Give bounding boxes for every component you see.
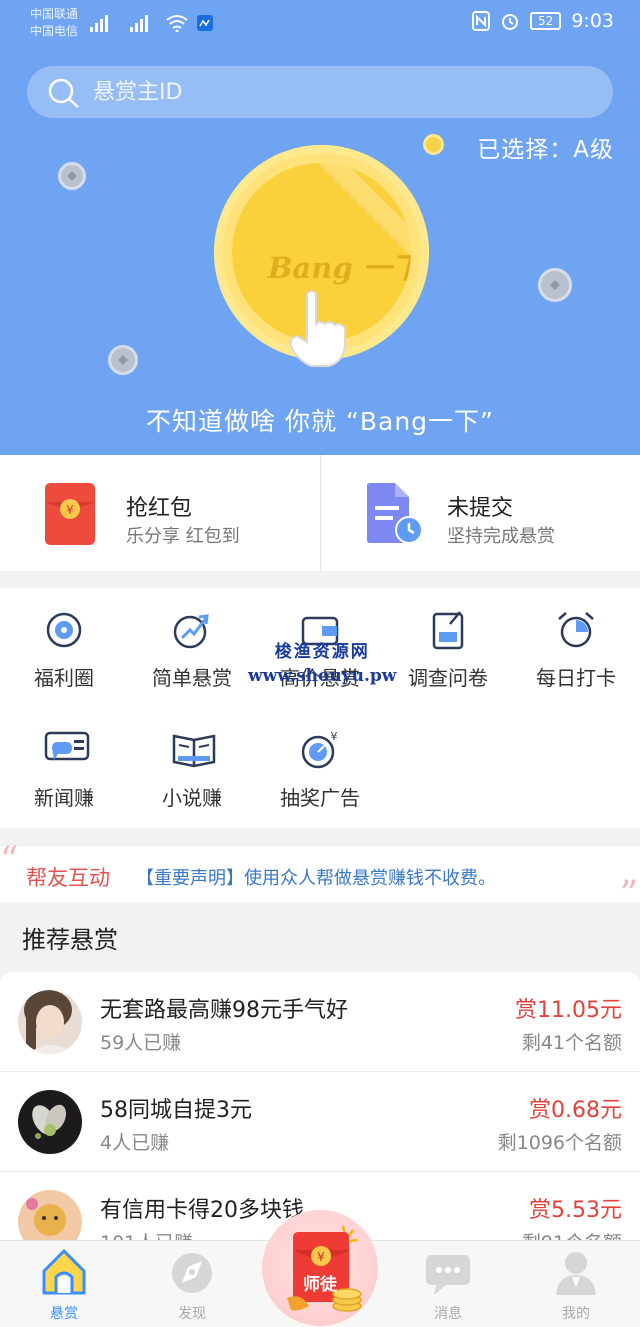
tab-label: 消息 [434,1306,462,1322]
battery-level: 52 [530,12,562,30]
compass-icon [172,1253,212,1293]
level-coin-icon [423,134,444,155]
red-packet-title: 抢红包 [126,496,193,521]
alarm-icon [502,14,519,30]
red-packet-icon: ¥ [45,483,95,545]
earned-count: 4人已赚 [100,1132,170,1154]
quick-cards: ¥ 抢红包 乐分享 红包到 未提交 坚持完成悬赏 [0,455,640,571]
mentor-center-button[interactable]: ¥ 师徒 [262,1210,378,1326]
floating-coin-icon [538,268,572,302]
grid-label: 福利圈 [34,666,94,690]
notice-bar[interactable]: “ ” 帮友互动 【重要声明】使用众人帮做悬赏赚钱不收费。 [0,840,640,915]
lottery-icon: ¥ [301,730,338,769]
search-icon [48,78,79,108]
avatar [18,990,82,1054]
signal-1-icon [90,15,108,32]
nfc-icon [472,11,491,31]
book-icon [172,734,216,768]
grid-label: 小说赚 [162,786,222,810]
unsubmitted-title: 未提交 [447,496,514,521]
grid-label: 每日打卡 [536,666,616,690]
list-item[interactable]: 58同城自提3元 4人已赚 赏0.68元 剩1096个名额 [0,1072,640,1172]
grid-item-simple-reward[interactable]: 简单悬赏 [128,588,256,698]
svg-text:¥: ¥ [66,503,74,517]
reward-title: 有信用卡得20多块钱 [100,1198,304,1223]
notice-text: 【重要声明】使用众人帮做悬赏赚钱不收费。 [136,868,496,889]
watermark-line1: 梭渔资源网 [274,642,370,662]
quote-open-icon: “ [0,840,19,881]
tab-label: 悬赏 [50,1306,78,1322]
feature-grid: 福利圈 简单悬赏 高价悬赏 调查问卷 每日打卡 新闻赚 小说赚 ¥ 抽奖广告 [0,588,640,828]
carrier-labels: 中国联通 中国电信 [30,6,78,40]
section-title: 推荐悬赏 [22,926,118,954]
watermark-line2: www.shouyu.pw [248,666,397,686]
reward-amount: 赏0.68元 [529,1098,622,1123]
app-notification-icon [197,15,213,31]
notice-title: 帮友互动 [26,866,110,890]
carrier-2: 中国电信 [30,24,79,38]
grid-label: 新闻赚 [34,786,94,810]
center-label: 师徒 [303,1275,337,1295]
trend-arrow-icon [173,614,209,649]
wifi-icon [166,15,188,32]
watermark: 梭渔资源网 www.shouyu.pw [248,640,396,688]
red-packet-subtitle: 乐分享 红包到 [126,526,240,547]
survey-icon [432,611,464,650]
search-bar[interactable] [27,66,613,118]
grid-item-daily-checkin[interactable]: 每日打卡 [512,588,640,698]
news-chat-icon [44,731,90,761]
avatar [18,1090,82,1154]
svg-text:¥: ¥ [317,1250,325,1264]
home-icon [42,1249,86,1295]
status-bar: 中国联通 中国电信 52 9:03 [0,0,640,48]
tab-messages[interactable]: 消息 [384,1241,512,1327]
tab-label: 发现 [178,1306,206,1322]
grid-item-news[interactable]: 新闻赚 [0,708,128,818]
red-packet-card[interactable]: ¥ 抢红包 乐分享 红包到 [0,455,320,571]
grid-item-novel[interactable]: 小说赚 [128,708,256,818]
unsubmitted-card[interactable]: 未提交 坚持完成悬赏 [320,455,640,571]
search-input[interactable] [93,76,573,108]
carrier-1: 中国联通 [30,7,79,21]
coin-text: Bang 一下 [268,251,411,285]
clock: 9:03 [571,10,614,32]
signal-2-icon [130,15,148,32]
floating-coin-icon [58,162,86,190]
remaining-slots: 剩41个名额 [521,1032,622,1054]
quote-close-icon: ” [619,874,638,915]
reward-title: 无套路最高赚98元手气好 [100,998,348,1023]
alarm-clock-icon [558,612,594,648]
floating-coin-icon [108,345,138,375]
remaining-slots: 剩1096个名额 [497,1132,622,1154]
grid-item-welfare[interactable]: 福利圈 [0,588,128,698]
message-icon [426,1255,470,1295]
tab-profile[interactable]: 我的 [512,1241,640,1327]
list-item[interactable]: 无套路最高赚98元手气好 59人已赚 赏11.05元 剩41个名额 [0,972,640,1072]
user-icon [556,1252,596,1295]
grid-item-lottery-ad[interactable]: ¥ 抽奖广告 [256,708,384,818]
grid-label: 调查问卷 [408,666,488,690]
unsubmitted-subtitle: 坚持完成悬赏 [447,526,555,547]
grid-label: 简单悬赏 [152,666,232,690]
welfare-circle-icon [46,612,82,648]
reward-amount: 赏11.05元 [515,998,622,1023]
tab-discover[interactable]: 发现 [128,1241,256,1327]
reward-title: 58同城自提3元 [100,1098,252,1123]
tab-reward[interactable]: 悬赏 [0,1241,128,1327]
pointing-hand-icon [289,290,346,367]
status-right: 52 9:03 [472,10,614,32]
grid-item-survey[interactable]: 调查问卷 [384,588,512,698]
signal-icons [90,14,214,32]
slogan: 不知道做啥 你就 “Bang一下” [146,407,494,436]
tab-label: 我的 [562,1306,590,1322]
hero-section: 中国联通 中国电信 52 9:03 悬赏主ID 已选择：A级 Bang 一下 不… [0,0,640,455]
svg-text:¥: ¥ [331,730,338,743]
level-selector[interactable]: 已选择：A级 [477,130,614,164]
grid-label: 抽奖广告 [280,786,360,810]
document-clock-icon [367,483,423,544]
earned-count: 59人已赚 [100,1032,182,1054]
reward-amount: 赏5.53元 [529,1198,622,1223]
